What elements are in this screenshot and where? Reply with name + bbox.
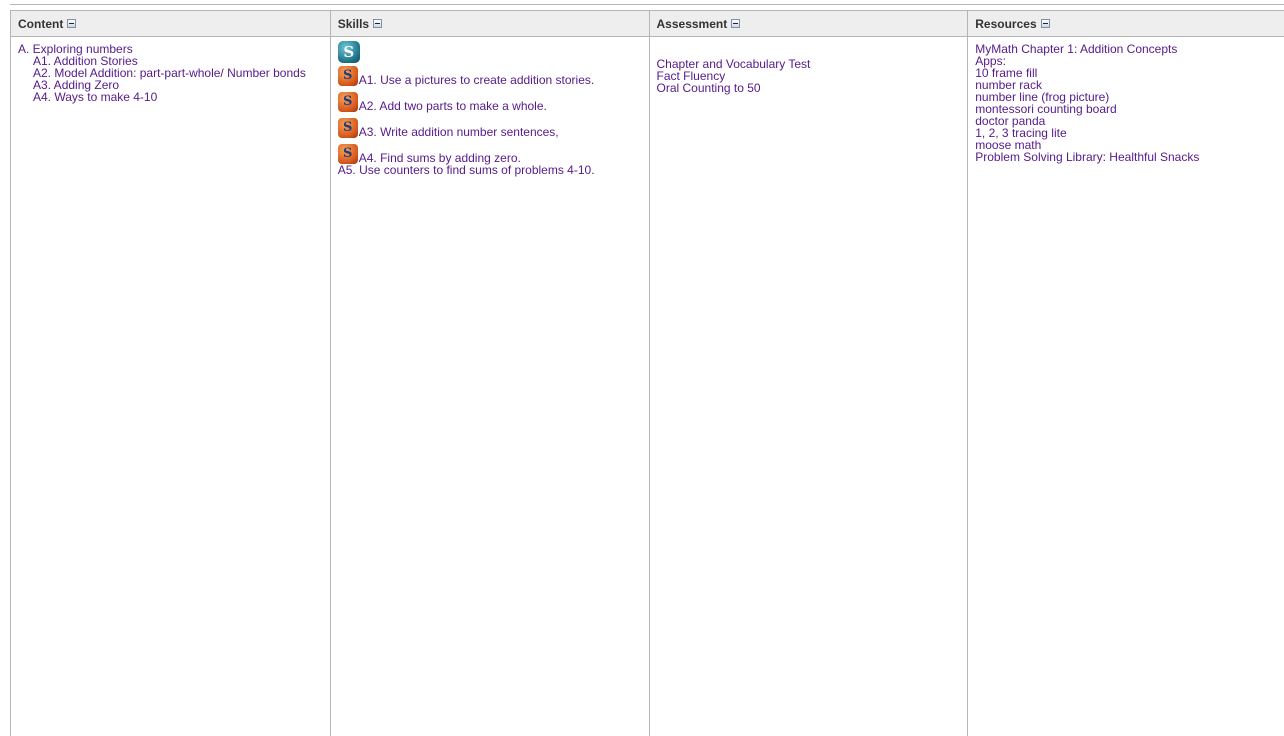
resources-collapse-icon[interactable] [1040, 19, 1050, 28]
skills-collapse-icon[interactable] [373, 19, 383, 28]
skill-standard-icon[interactable]: S [337, 144, 358, 164]
skills-column-body: S S A1. Use a pictures to create additio… [331, 37, 649, 176]
content-column-header: Content [11, 11, 330, 37]
resources-column-body: MyMath Chapter 1: Addition Concepts Apps… [968, 37, 1284, 163]
skills-column: Skills S S A1. Use a pictures to create … [330, 11, 650, 736]
skill-item-label[interactable]: A3. Write addition number sentences, [359, 126, 559, 138]
resource-item-mymath[interactable]: MyMath Chapter 1: Addition Concepts [975, 43, 1277, 55]
curriculum-map-table: Content A. Exploring numbers A1. Additio… [10, 10, 1284, 736]
content-header-label: Content [18, 16, 64, 31]
resource-item-problem-solving[interactable]: Problem Solving Library: Healthful Snack… [975, 151, 1277, 163]
skill-standard-icon[interactable]: S [337, 66, 358, 86]
skill-item[interactable]: S A2. Add two parts to make a whole. [337, 92, 642, 112]
assessment-column: Assessment Chapter and Vocabulary Test F… [649, 11, 969, 736]
resources-header-label: Resources [975, 16, 1037, 31]
skill-item-label[interactable]: A1. Use a pictures to create addition st… [359, 74, 594, 86]
assessment-column-body: Chapter and Vocabulary Test Fact Fluency… [650, 37, 968, 94]
content-column-body: A. Exploring numbers A1. Addition Storie… [11, 37, 330, 103]
assessment-item-oral-counting[interactable]: Oral Counting to 50 [657, 82, 961, 94]
skills-header-label: Skills [337, 16, 370, 31]
assessment-collapse-icon[interactable] [731, 19, 741, 28]
top-divider [10, 4, 1284, 5]
content-collapse-icon[interactable] [67, 19, 77, 28]
skill-item-label[interactable]: A2. Add two parts to make a whole. [359, 100, 547, 112]
skill-item[interactable]: S A3. Write addition number sentences, [337, 118, 642, 138]
assessment-column-header: Assessment [649, 11, 968, 37]
skill-standard-icon[interactable]: S [337, 118, 358, 138]
skill-item[interactable]: S A4. Find sums by adding zero. [337, 144, 642, 164]
assessment-header-label: Assessment [656, 16, 728, 31]
resources-column-header: Resources [968, 11, 1284, 37]
skill-standard-icon[interactable]: S [337, 92, 358, 112]
content-item-ways-to-make[interactable]: A4. Ways to make 4-10 [18, 91, 323, 103]
skills-column-header: Skills [330, 11, 649, 37]
skill-item-counters[interactable]: A5. Use counters to find sums of problem… [338, 164, 638, 176]
skill-item[interactable]: S A1. Use a pictures to create addition … [337, 66, 642, 86]
content-column: Content A. Exploring numbers A1. Additio… [11, 11, 331, 736]
standards-check-icon[interactable]: S [337, 41, 360, 63]
resources-column: Resources MyMath Chapter 1: Addition Con… [968, 11, 1284, 736]
